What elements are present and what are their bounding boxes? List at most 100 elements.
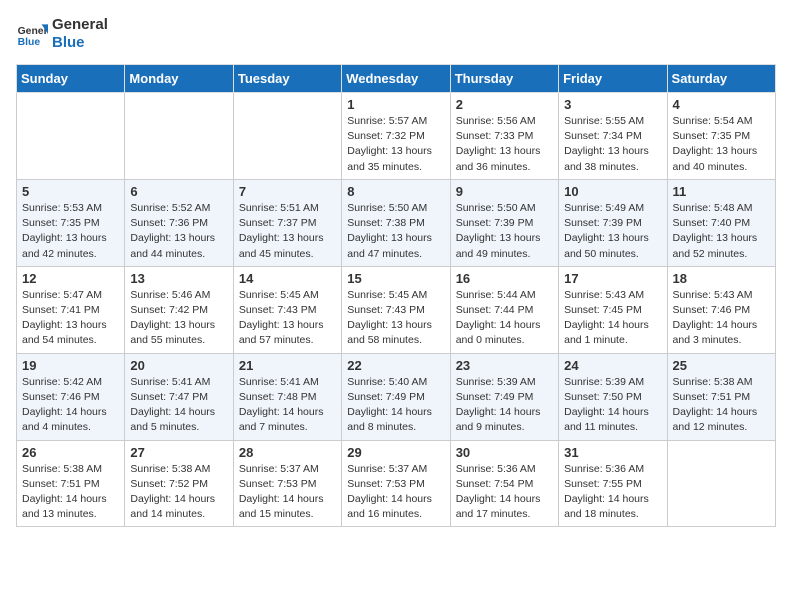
day-info: Sunrise: 5:43 AM Sunset: 7:46 PM Dayligh…: [673, 288, 770, 349]
day-number: 15: [347, 271, 444, 286]
calendar-cell: 14 Sunrise: 5:45 AM Sunset: 7:43 PM Dayli…: [233, 266, 341, 353]
day-number: 2: [456, 97, 553, 112]
day-info: Sunrise: 5:55 AM Sunset: 7:34 PM Dayligh…: [564, 114, 661, 175]
day-number: 9: [456, 184, 553, 199]
day-number: 1: [347, 97, 444, 112]
calendar-cell: 9 Sunrise: 5:50 AM Sunset: 7:39 PM Daylig…: [450, 179, 558, 266]
weekday-header: Tuesday: [233, 65, 341, 93]
calendar-cell: 25 Sunrise: 5:38 AM Sunset: 7:51 PM Dayli…: [667, 353, 775, 440]
calendar-cell: 26Sunrise: 5:38 AM Sunset: 7:51 PM Dayli…: [17, 440, 125, 527]
day-number: 4: [673, 97, 770, 112]
page-header: General Blue General Blue: [16, 16, 776, 52]
day-info: Sunrise: 5:46 AM Sunset: 7:42 PM Dayligh…: [130, 288, 227, 349]
weekday-header: Thursday: [450, 65, 558, 93]
calendar-cell: [125, 93, 233, 180]
day-info: Sunrise: 5:41 AM Sunset: 7:47 PM Dayligh…: [130, 375, 227, 436]
day-info: Sunrise: 5:56 AM Sunset: 7:33 PM Dayligh…: [456, 114, 553, 175]
logo-icon: General Blue: [16, 18, 48, 50]
calendar-cell: 1 Sunrise: 5:57 AM Sunset: 7:32 PM Daylig…: [342, 93, 450, 180]
day-number: 16: [456, 271, 553, 286]
calendar-cell: 17 Sunrise: 5:43 AM Sunset: 7:45 PM Dayli…: [559, 266, 667, 353]
day-info: Sunrise: 5:37 AM Sunset: 7:53 PM Dayligh…: [239, 462, 336, 523]
day-number: 21: [239, 358, 336, 373]
day-info: Sunrise: 5:53 AM Sunset: 7:35 PM Dayligh…: [22, 201, 119, 262]
day-info: Sunrise: 5:45 AM Sunset: 7:43 PM Dayligh…: [239, 288, 336, 349]
calendar-cell: 28 Sunrise: 5:37 AM Sunset: 7:53 PM Dayli…: [233, 440, 341, 527]
day-info: Sunrise: 5:54 AM Sunset: 7:35 PM Dayligh…: [673, 114, 770, 175]
calendar-cell: 30 Sunrise: 5:36 AM Sunset: 7:54 PM Dayli…: [450, 440, 558, 527]
calendar-week-row: 19 Sunrise: 5:42 AM Sunset: 7:46 PM Dayli…: [17, 353, 776, 440]
calendar-cell: [667, 440, 775, 527]
logo: General Blue General Blue: [16, 16, 108, 52]
calendar-cell: 24 Sunrise: 5:39 AM Sunset: 7:50 PM Dayli…: [559, 353, 667, 440]
calendar-table: SundayMondayTuesdayWednesdayThursdayFrid…: [16, 64, 776, 527]
calendar-week-row: 1 Sunrise: 5:57 AM Sunset: 7:32 PM Daylig…: [17, 93, 776, 180]
weekday-header: Friday: [559, 65, 667, 93]
day-number: 17: [564, 271, 661, 286]
day-info: Sunrise: 5:44 AM Sunset: 7:44 PM Dayligh…: [456, 288, 553, 349]
calendar-cell: 7 Sunrise: 5:51 AM Sunset: 7:37 PM Daylig…: [233, 179, 341, 266]
calendar-cell: 23Sunrise: 5:39 AM Sunset: 7:49 PM Dayli…: [450, 353, 558, 440]
weekday-header: Sunday: [17, 65, 125, 93]
day-number: 25: [673, 358, 770, 373]
svg-text:General: General: [18, 26, 48, 37]
calendar-cell: 16 Sunrise: 5:44 AM Sunset: 7:44 PM Dayli…: [450, 266, 558, 353]
weekday-header: Monday: [125, 65, 233, 93]
weekday-header: Saturday: [667, 65, 775, 93]
day-number: 6: [130, 184, 227, 199]
day-number: 10: [564, 184, 661, 199]
weekday-header: Wednesday: [342, 65, 450, 93]
day-info: Sunrise: 5:47 AM Sunset: 7:41 PM Dayligh…: [22, 288, 119, 349]
day-info: Sunrise: 5:38 AM Sunset: 7:51 PM Dayligh…: [22, 462, 119, 523]
calendar-cell: 21 Sunrise: 5:41 AM Sunset: 7:48 PM Dayli…: [233, 353, 341, 440]
day-info: Sunrise: 5:43 AM Sunset: 7:45 PM Dayligh…: [564, 288, 661, 349]
day-number: 14: [239, 271, 336, 286]
day-number: 19: [22, 358, 119, 373]
day-number: 8: [347, 184, 444, 199]
day-info: Sunrise: 5:51 AM Sunset: 7:37 PM Dayligh…: [239, 201, 336, 262]
calendar-cell: 8Sunrise: 5:50 AM Sunset: 7:38 PM Daylig…: [342, 179, 450, 266]
day-number: 5: [22, 184, 119, 199]
calendar-cell: [17, 93, 125, 180]
day-info: Sunrise: 5:41 AM Sunset: 7:48 PM Dayligh…: [239, 375, 336, 436]
day-number: 24: [564, 358, 661, 373]
day-info: Sunrise: 5:39 AM Sunset: 7:50 PM Dayligh…: [564, 375, 661, 436]
calendar-cell: 19 Sunrise: 5:42 AM Sunset: 7:46 PM Dayli…: [17, 353, 125, 440]
day-number: 28: [239, 445, 336, 460]
day-info: Sunrise: 5:42 AM Sunset: 7:46 PM Dayligh…: [22, 375, 119, 436]
day-info: Sunrise: 5:52 AM Sunset: 7:36 PM Dayligh…: [130, 201, 227, 262]
logo-text-line2: Blue: [52, 34, 108, 52]
day-info: Sunrise: 5:37 AM Sunset: 7:53 PM Dayligh…: [347, 462, 444, 523]
calendar-week-row: 5 Sunrise: 5:53 AM Sunset: 7:35 PM Daylig…: [17, 179, 776, 266]
day-info: Sunrise: 5:38 AM Sunset: 7:51 PM Dayligh…: [673, 375, 770, 436]
day-number: 27: [130, 445, 227, 460]
day-number: 31: [564, 445, 661, 460]
day-number: 20: [130, 358, 227, 373]
day-info: Sunrise: 5:50 AM Sunset: 7:39 PM Dayligh…: [456, 201, 553, 262]
day-number: 30: [456, 445, 553, 460]
calendar-cell: 4 Sunrise: 5:54 AM Sunset: 7:35 PM Daylig…: [667, 93, 775, 180]
day-number: 12: [22, 271, 119, 286]
day-number: 11: [673, 184, 770, 199]
calendar-cell: 18Sunrise: 5:43 AM Sunset: 7:46 PM Dayli…: [667, 266, 775, 353]
logo-text-line1: General: [52, 16, 108, 34]
calendar-cell: 6 Sunrise: 5:52 AM Sunset: 7:36 PM Daylig…: [125, 179, 233, 266]
svg-text:Blue: Blue: [18, 37, 41, 48]
calendar-cell: 13Sunrise: 5:46 AM Sunset: 7:42 PM Dayli…: [125, 266, 233, 353]
day-info: Sunrise: 5:57 AM Sunset: 7:32 PM Dayligh…: [347, 114, 444, 175]
day-number: 29: [347, 445, 444, 460]
calendar-cell: 10 Sunrise: 5:49 AM Sunset: 7:39 PM Dayli…: [559, 179, 667, 266]
calendar-cell: 3 Sunrise: 5:55 AM Sunset: 7:34 PM Daylig…: [559, 93, 667, 180]
calendar-cell: 11Sunrise: 5:48 AM Sunset: 7:40 PM Dayli…: [667, 179, 775, 266]
calendar-cell: 12 Sunrise: 5:47 AM Sunset: 7:41 PM Dayli…: [17, 266, 125, 353]
calendar-cell: 31 Sunrise: 5:36 AM Sunset: 7:55 PM Dayli…: [559, 440, 667, 527]
day-number: 23: [456, 358, 553, 373]
day-info: Sunrise: 5:36 AM Sunset: 7:54 PM Dayligh…: [456, 462, 553, 523]
day-info: Sunrise: 5:49 AM Sunset: 7:39 PM Dayligh…: [564, 201, 661, 262]
day-info: Sunrise: 5:36 AM Sunset: 7:55 PM Dayligh…: [564, 462, 661, 523]
day-number: 3: [564, 97, 661, 112]
calendar-week-row: 12 Sunrise: 5:47 AM Sunset: 7:41 PM Dayli…: [17, 266, 776, 353]
calendar-cell: 27Sunrise: 5:38 AM Sunset: 7:52 PM Dayli…: [125, 440, 233, 527]
day-number: 7: [239, 184, 336, 199]
calendar-cell: 15Sunrise: 5:45 AM Sunset: 7:43 PM Dayli…: [342, 266, 450, 353]
